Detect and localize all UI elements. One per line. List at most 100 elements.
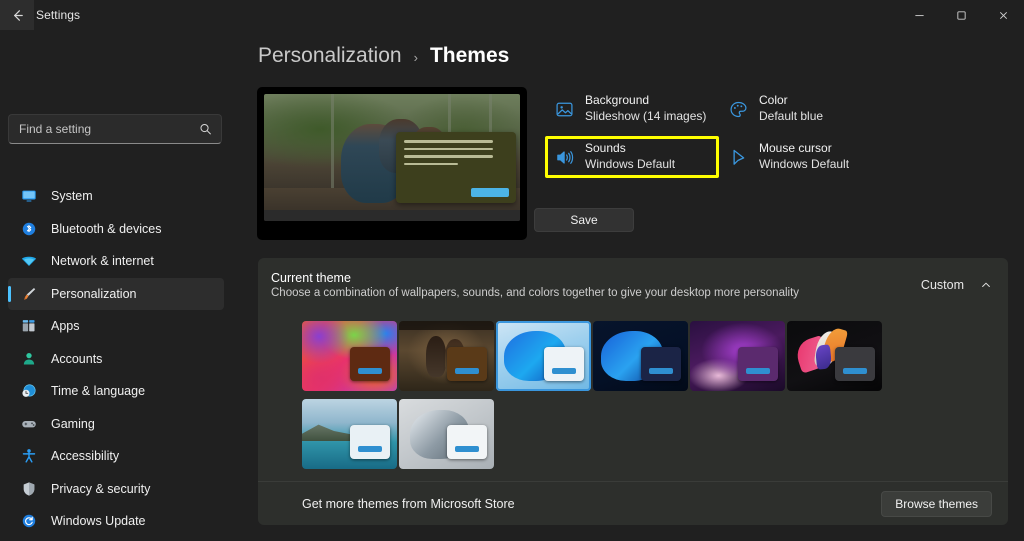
- theme-thumbnail-coastal-landscape[interactable]: [302, 399, 397, 469]
- close-button[interactable]: [982, 0, 1024, 30]
- sidebar-item-label: Accessibility: [51, 449, 120, 463]
- breadcrumb-separator-icon: ›: [413, 50, 418, 65]
- chevron-up-icon[interactable]: [980, 279, 992, 291]
- breadcrumb: Personalization › Themes: [258, 44, 509, 68]
- sidebar-item-apps[interactable]: Apps: [8, 310, 224, 342]
- theme-thumbnail-grid: [258, 311, 1008, 469]
- theme-option-mouse-cursor[interactable]: Mouse cursor Windows Default: [719, 136, 879, 178]
- theme-thumbnail-purple-glow[interactable]: [690, 321, 785, 391]
- title-bar: Settings: [0, 0, 1024, 30]
- apps-grid-icon: [20, 318, 37, 335]
- theme-thumbnail-colorful-umbrellas[interactable]: [302, 321, 397, 391]
- sidebar-item-label: Network & internet: [51, 254, 154, 268]
- theme-thumbnail-dark-flower[interactable]: [787, 321, 882, 391]
- sidebar-item-label: Time & language: [51, 384, 146, 398]
- thumbnail-mini-window: [447, 425, 487, 459]
- window-controls: [898, 0, 1024, 30]
- shield-icon: [20, 480, 37, 497]
- preview-wallpaper: [264, 94, 520, 221]
- option-title: Mouse cursor: [759, 141, 832, 156]
- current-theme-title: Current theme: [271, 270, 351, 285]
- preview-mock-window: [395, 132, 516, 204]
- current-theme-subtitle: Choose a combination of wallpapers, soun…: [271, 286, 800, 299]
- sidebar-item-personalization[interactable]: Personalization: [8, 277, 224, 310]
- sidebar-item-label: Accounts: [51, 351, 103, 366]
- paintbrush-icon: [20, 285, 37, 302]
- main-content: Personalization › Themes Background Slid…: [232, 30, 1024, 541]
- sidebar-item-privacy-security[interactable]: Privacy & security: [8, 473, 224, 505]
- option-subtitle: Windows Default: [585, 157, 676, 171]
- thumbnail-mini-window: [350, 425, 390, 459]
- current-theme-value: Custom: [920, 277, 964, 292]
- sidebar-item-time-language[interactable]: Time & language: [8, 375, 224, 407]
- sidebar-item-label: Windows Update: [51, 514, 146, 528]
- thumbnail-mini-window: [641, 347, 681, 381]
- back-arrow-icon: [13, 9, 23, 21]
- option-subtitle: Slideshow (14 images): [585, 109, 707, 123]
- palette-icon: [727, 98, 749, 120]
- store-row: Get more themes from Microsoft Store Bro…: [258, 481, 1008, 525]
- theme-options: Background Slideshow (14 images) Color D…: [545, 88, 875, 178]
- sidebar-item-windows-update[interactable]: Windows Update: [8, 505, 224, 537]
- update-refresh-icon: [20, 513, 37, 530]
- option-subtitle: Default blue: [759, 109, 824, 123]
- sidebar-item-label: Privacy & security: [51, 481, 151, 496]
- thumbnail-mini-window: [738, 347, 778, 381]
- gamepad-icon: [20, 415, 37, 432]
- thumbnail-mini-window: [835, 347, 875, 381]
- settings-window: Settings Find a setting System Bluetooth…: [0, 0, 1024, 541]
- thumbnail-mini-window: [350, 347, 390, 381]
- sidebar-nav: System Bluetooth & devices Network & int…: [8, 180, 224, 537]
- search-box[interactable]: [8, 114, 222, 144]
- thumbnail-mini-window: [447, 347, 487, 381]
- sidebar-item-gaming[interactable]: Gaming: [8, 408, 224, 440]
- current-theme-header[interactable]: Current theme Choose a combination of wa…: [258, 258, 1008, 311]
- preview-accent-button: [470, 188, 509, 198]
- sidebar-item-system[interactable]: System: [8, 180, 224, 212]
- theme-thumbnail-grey-bloom[interactable]: [399, 399, 494, 469]
- search-input[interactable]: [9, 115, 221, 143]
- browse-themes-button[interactable]: Browse themes: [881, 490, 992, 517]
- picture-icon: [553, 98, 575, 120]
- option-title: Background: [585, 93, 650, 108]
- sidebar-item-network-internet[interactable]: Network & internet: [8, 245, 224, 277]
- back-button[interactable]: [0, 0, 34, 30]
- maximize-button[interactable]: [940, 0, 982, 30]
- theme-option-color[interactable]: Color Default blue: [719, 88, 879, 130]
- maximize-icon: [956, 10, 966, 20]
- save-button[interactable]: Save: [534, 208, 634, 232]
- person-icon: [20, 350, 37, 367]
- theme-option-background[interactable]: Background Slideshow (14 images): [545, 88, 719, 130]
- sidebar-item-label: Personalization: [51, 286, 137, 301]
- option-title: Color: [759, 93, 788, 108]
- wifi-icon: [20, 253, 37, 270]
- theme-preview: [257, 87, 527, 240]
- sidebar-item-label: Bluetooth & devices: [51, 221, 162, 236]
- theme-thumbnail-movie-poster[interactable]: [399, 321, 494, 391]
- option-title: Sounds: [585, 141, 626, 156]
- search-icon: [200, 123, 211, 135]
- bluetooth-icon: [20, 220, 37, 237]
- theme-thumbnail-windows-bloom-light[interactable]: [496, 321, 591, 391]
- breadcrumb-parent[interactable]: Personalization: [258, 44, 402, 68]
- search-container: [8, 114, 222, 144]
- current-theme-card: Current theme Choose a combination of wa…: [258, 258, 1008, 525]
- page-title: Themes: [429, 44, 510, 67]
- cursor-arrow-icon: [727, 146, 749, 168]
- clock-globe-icon: [20, 383, 37, 400]
- sidebar-item-accounts[interactable]: Accounts: [8, 343, 224, 375]
- minimize-icon: [914, 14, 924, 16]
- sidebar-item-bluetooth-devices[interactable]: Bluetooth & devices: [8, 213, 224, 245]
- store-row-label: Get more themes from Microsoft Store: [302, 496, 515, 511]
- theme-option-sounds[interactable]: Sounds Windows Default: [545, 136, 719, 178]
- sidebar-item-label: System: [51, 189, 93, 203]
- speaker-sound-icon: [553, 146, 575, 168]
- close-icon: [999, 11, 1007, 19]
- sidebar-item-label: Gaming: [51, 416, 95, 431]
- sidebar-item-accessibility[interactable]: Accessibility: [8, 440, 224, 472]
- thumbnail-mini-window: [544, 347, 584, 381]
- theme-thumbnail-windows-bloom-dark[interactable]: [593, 321, 688, 391]
- sidebar-item-label: Apps: [51, 319, 80, 333]
- minimize-button[interactable]: [898, 0, 940, 30]
- window-title: Settings: [36, 8, 81, 22]
